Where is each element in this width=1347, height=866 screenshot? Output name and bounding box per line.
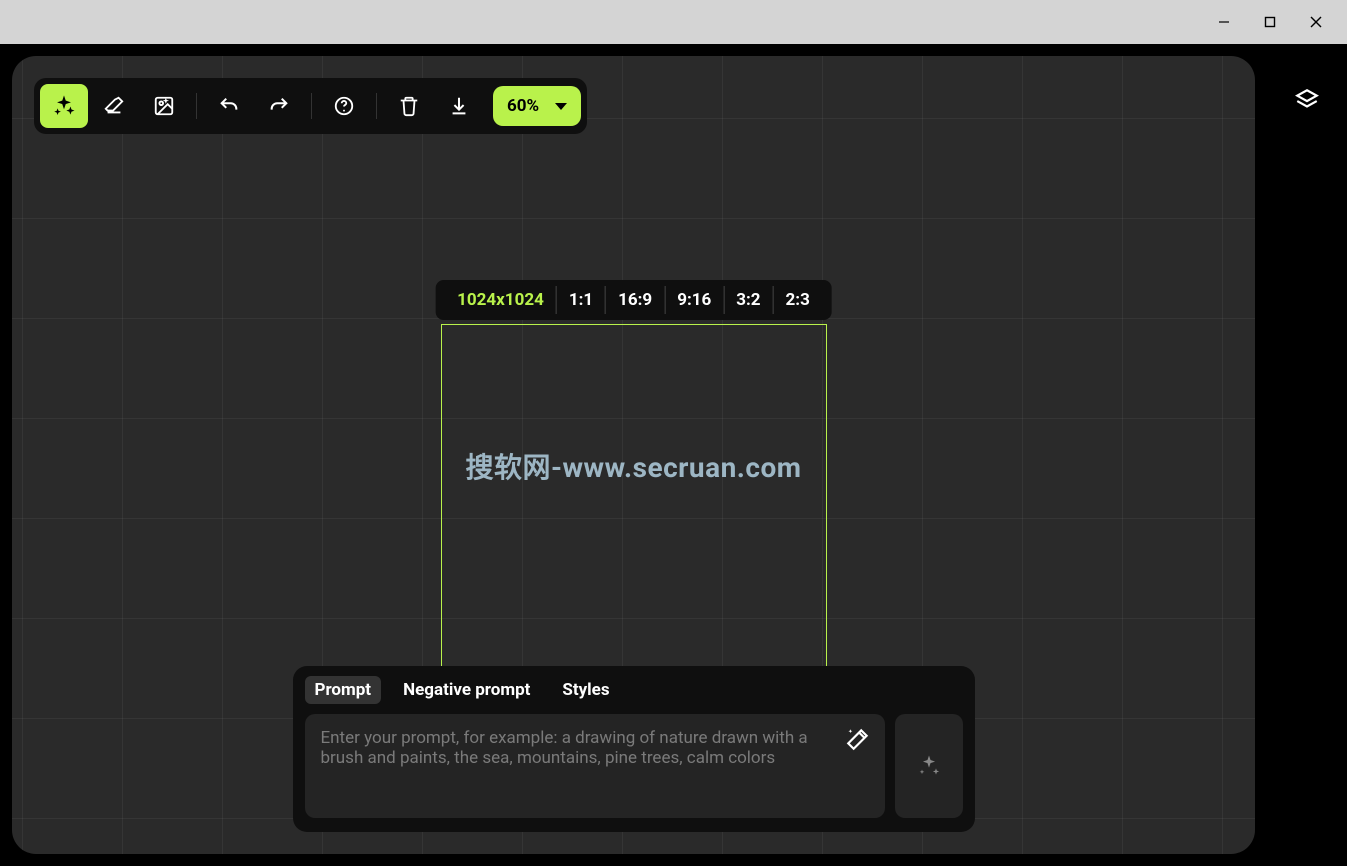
- ratio-3-2[interactable]: 3:2: [724, 286, 773, 314]
- canvas-area[interactable]: 60% 1024x1024 1:1 16:9 9:16 3:2 2:3 搜软网-…: [12, 56, 1255, 854]
- size-bar: 1024x1024 1:1 16:9 9:16 3:2 2:3: [435, 280, 832, 320]
- chevron-down-icon: [555, 103, 567, 110]
- ratio-2-3[interactable]: 2:3: [774, 286, 822, 314]
- separator: [376, 93, 377, 119]
- prompt-row: [305, 714, 963, 818]
- layers-button[interactable]: [1285, 78, 1329, 122]
- maximize-button[interactable]: [1247, 6, 1293, 38]
- tab-negative-prompt[interactable]: Negative prompt: [393, 676, 540, 704]
- magic-wand-button[interactable]: [845, 726, 873, 754]
- prompt-input-wrap: [305, 714, 885, 818]
- generation-frame[interactable]: [441, 324, 827, 710]
- download-button[interactable]: [435, 84, 483, 128]
- separator: [196, 93, 197, 119]
- minimize-button[interactable]: [1201, 6, 1247, 38]
- close-button[interactable]: [1293, 6, 1339, 38]
- prompt-tabs: Prompt Negative prompt Styles: [305, 676, 963, 704]
- titlebar: [0, 0, 1347, 44]
- prompt-textarea[interactable]: [321, 728, 837, 800]
- window-controls: [1201, 6, 1339, 38]
- ratio-1-1[interactable]: 1:1: [557, 286, 606, 314]
- delete-button[interactable]: [385, 84, 433, 128]
- undo-button[interactable]: [205, 84, 253, 128]
- prompt-panel: Prompt Negative prompt Styles: [293, 666, 975, 832]
- tab-styles[interactable]: Styles: [552, 676, 619, 704]
- right-rail: [1267, 44, 1347, 866]
- eraser-tool[interactable]: [90, 84, 138, 128]
- zoom-value: 60%: [507, 96, 539, 116]
- generate-button[interactable]: [895, 714, 963, 818]
- redo-button[interactable]: [255, 84, 303, 128]
- ratio-16-9[interactable]: 16:9: [606, 286, 665, 314]
- size-current[interactable]: 1024x1024: [445, 286, 557, 314]
- tab-prompt[interactable]: Prompt: [305, 676, 382, 704]
- toolbar: 60%: [34, 78, 587, 134]
- separator: [311, 93, 312, 119]
- sparkle-tool[interactable]: [40, 84, 88, 128]
- help-button[interactable]: [320, 84, 368, 128]
- app-body: 60% 1024x1024 1:1 16:9 9:16 3:2 2:3 搜软网-…: [0, 44, 1347, 866]
- image-tool[interactable]: [140, 84, 188, 128]
- zoom-dropdown[interactable]: 60%: [493, 86, 581, 126]
- watermark-text: 搜软网-www.secruan.com: [465, 446, 801, 486]
- ratio-9-16[interactable]: 9:16: [665, 286, 724, 314]
